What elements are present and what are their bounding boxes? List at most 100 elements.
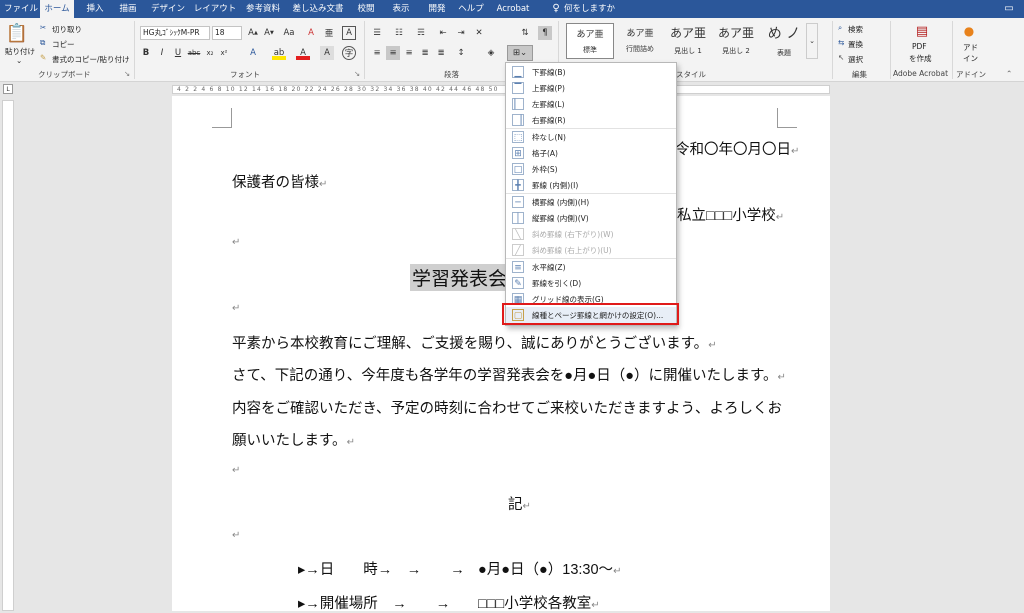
tab-file[interactable]: ファイル (4, 0, 38, 18)
increase-indent-icon[interactable]: ⇥ (454, 26, 468, 40)
bottom-border-icon: ▁ (512, 66, 524, 78)
style-no-spacing[interactable]: あア亜 行間詰め (616, 23, 664, 59)
tab-references[interactable]: 参考資料 (241, 0, 285, 18)
line-spacing-icon[interactable]: ↕ (454, 46, 468, 60)
align-center-icon[interactable]: ≡ (386, 46, 400, 60)
font-launcher-icon[interactable]: ↘ (354, 69, 360, 78)
tab-help[interactable]: ヘルプ (456, 0, 486, 18)
font-color-icon[interactable]: A (296, 46, 310, 60)
tab-review[interactable]: 校閲 (351, 0, 381, 18)
document-page[interactable]: 令和〇年〇月〇日↵ 保護者の皆様↵ 私立□□□小学校↵ ↵ 学習発表会 ↵ 平素… (172, 96, 830, 612)
tell-me-search[interactable]: 何をしますか (564, 0, 615, 18)
change-case-icon[interactable]: Aa (280, 26, 298, 40)
tab-layout[interactable]: レイアウト (193, 0, 237, 18)
find-button[interactable]: 検索 (848, 24, 863, 35)
distributed-icon[interactable]: ≣ (434, 46, 448, 60)
format-painter-button[interactable]: 書式のコピー/貼り付け (52, 54, 130, 65)
group-separator (364, 21, 365, 79)
empty-paragraph-mark: ↵ (232, 303, 241, 314)
menu-item-top-border[interactable]: ▔ 上罫線(P) (506, 80, 676, 96)
select-button[interactable]: 選択 (848, 54, 863, 65)
decrease-indent-icon[interactable]: ⇤ (436, 26, 450, 40)
shrink-font-icon[interactable]: A ▼ (262, 26, 276, 40)
phonetic-guide-icon[interactable]: 亜 (322, 26, 336, 40)
menu-item-horizontal-line[interactable]: ≡ 水平線(Z) (506, 259, 676, 275)
menu-item-left-border[interactable]: ▏ 左罫線(L) (506, 96, 676, 112)
style-heading-1[interactable]: あア亜 見出し 1 (664, 23, 712, 59)
shading-icon[interactable]: ◈ (484, 46, 498, 60)
show-marks-icon[interactable]: ¶ (538, 26, 552, 40)
menu-item-inside-borders[interactable]: ╋ 罫線 (内側)(I) (506, 177, 676, 193)
menu-item-right-border[interactable]: ▕ 右罫線(R) (506, 112, 676, 128)
document-title[interactable]: 学習発表会 (410, 264, 510, 291)
subscript-icon[interactable]: x₂ (204, 46, 216, 60)
tab-mailings[interactable]: 差し込み文書 (291, 0, 345, 18)
character-border-icon[interactable]: A (342, 26, 356, 40)
style-heading-2[interactable]: あア亜 見出し 2 (712, 23, 760, 59)
bold-icon[interactable]: B (140, 46, 152, 60)
addins-group-label: アドイン (956, 70, 986, 79)
menu-item-no-border[interactable]: ⬚ 枠なし(N) (506, 129, 676, 145)
italic-icon[interactable]: I (156, 46, 168, 60)
paste-icon[interactable]: 📋 (6, 22, 28, 44)
tab-developer[interactable]: 開発 (422, 0, 452, 18)
clear-formatting-icon[interactable]: A (304, 26, 318, 40)
tab-insert[interactable]: 挿入 (80, 0, 110, 18)
menu-item-all-borders[interactable]: ⊞ 格子(A) (506, 145, 676, 161)
highlight-icon[interactable]: ab (272, 46, 286, 60)
comment-icon[interactable]: ▭ (1000, 0, 1018, 18)
style-title[interactable]: め ノ表題 (760, 23, 808, 59)
style-normal[interactable]: あア亜 標準 (566, 23, 614, 59)
replace-button[interactable]: 置換 (848, 39, 863, 50)
tab-selector-icon[interactable]: L (3, 84, 13, 94)
menu-item-outside-borders[interactable]: □ 外枠(S) (506, 161, 676, 177)
copy-icon[interactable]: ⧉ (40, 38, 45, 48)
enclose-characters-icon[interactable]: 字 (342, 46, 356, 60)
menu-item-draw-table[interactable]: ✎ 罫線を引く(D) (506, 275, 676, 291)
tab-view[interactable]: 表示 (386, 0, 416, 18)
borders-button[interactable]: ⊞⌄ (507, 45, 533, 61)
tab-home[interactable]: ホーム (40, 0, 74, 18)
create-pdf-line2[interactable]: を作成 (909, 53, 932, 64)
tab-design[interactable]: デザイン (148, 0, 188, 18)
menu-item-bottom-border[interactable]: ▁ 下罫線(B) (506, 64, 676, 80)
replace-icon[interactable]: ⇆ (838, 38, 844, 47)
find-icon[interactable]: ⌕ (838, 23, 842, 33)
create-pdf-line1[interactable]: PDF (912, 42, 927, 51)
vertical-ruler[interactable] (2, 100, 14, 611)
strikethrough-icon[interactable]: abc (188, 46, 201, 60)
styles-more-icon[interactable]: ⌄ (806, 23, 818, 59)
addins-icon[interactable]: ● (962, 24, 976, 38)
align-left-icon[interactable]: ≡ (370, 46, 384, 60)
numbering-icon[interactable]: ☷ (392, 26, 406, 40)
asian-layout-icon[interactable]: ✕ (472, 26, 486, 40)
format-painter-icon[interactable]: ✎ (40, 53, 46, 62)
tab-acrobat[interactable]: Acrobat (492, 0, 534, 18)
menu-item-inside-vertical[interactable]: │ 縦罫線 (内側)(V) (506, 210, 676, 226)
select-icon[interactable]: ↖ (838, 53, 844, 62)
font-name-combo[interactable]: HG丸ｺﾞｼｯｸM-PR (140, 26, 210, 40)
copy-button[interactable]: コピー (52, 39, 75, 50)
underline-icon[interactable]: U (172, 46, 184, 60)
sort-icon[interactable]: ⇅ (518, 26, 532, 40)
horizontal-line-icon: ≡ (512, 261, 524, 273)
superscript-icon[interactable]: x² (218, 46, 230, 60)
pdf-icon[interactable]: ▤ (912, 22, 932, 40)
collapse-ribbon-icon[interactable]: ⌃ (1006, 69, 1012, 78)
character-shading-icon[interactable]: A (320, 46, 334, 60)
clipboard-launcher-icon[interactable]: ↘ (124, 69, 130, 78)
tab-draw[interactable]: 描画 (113, 0, 143, 18)
align-right-icon[interactable]: ≡ (402, 46, 416, 60)
grow-font-icon[interactable]: A ▲ (246, 26, 260, 40)
bullets-icon[interactable]: ☰ (370, 26, 384, 40)
text-effects-icon[interactable]: A (246, 46, 260, 60)
font-size-combo[interactable]: 18 (212, 26, 242, 40)
paste-dropdown-icon[interactable]: ⌄ (16, 56, 22, 65)
addins-line2[interactable]: イン (963, 53, 978, 64)
addins-line1[interactable]: アド (963, 42, 978, 53)
multilevel-list-icon[interactable]: ☴ (414, 26, 428, 40)
justify-icon[interactable]: ≣ (418, 46, 432, 60)
cut-button[interactable]: 切り取り (52, 24, 82, 35)
cut-icon[interactable]: ✂ (40, 23, 46, 32)
menu-item-inside-horizontal[interactable]: ─ 横罫線 (内側)(H) (506, 194, 676, 210)
